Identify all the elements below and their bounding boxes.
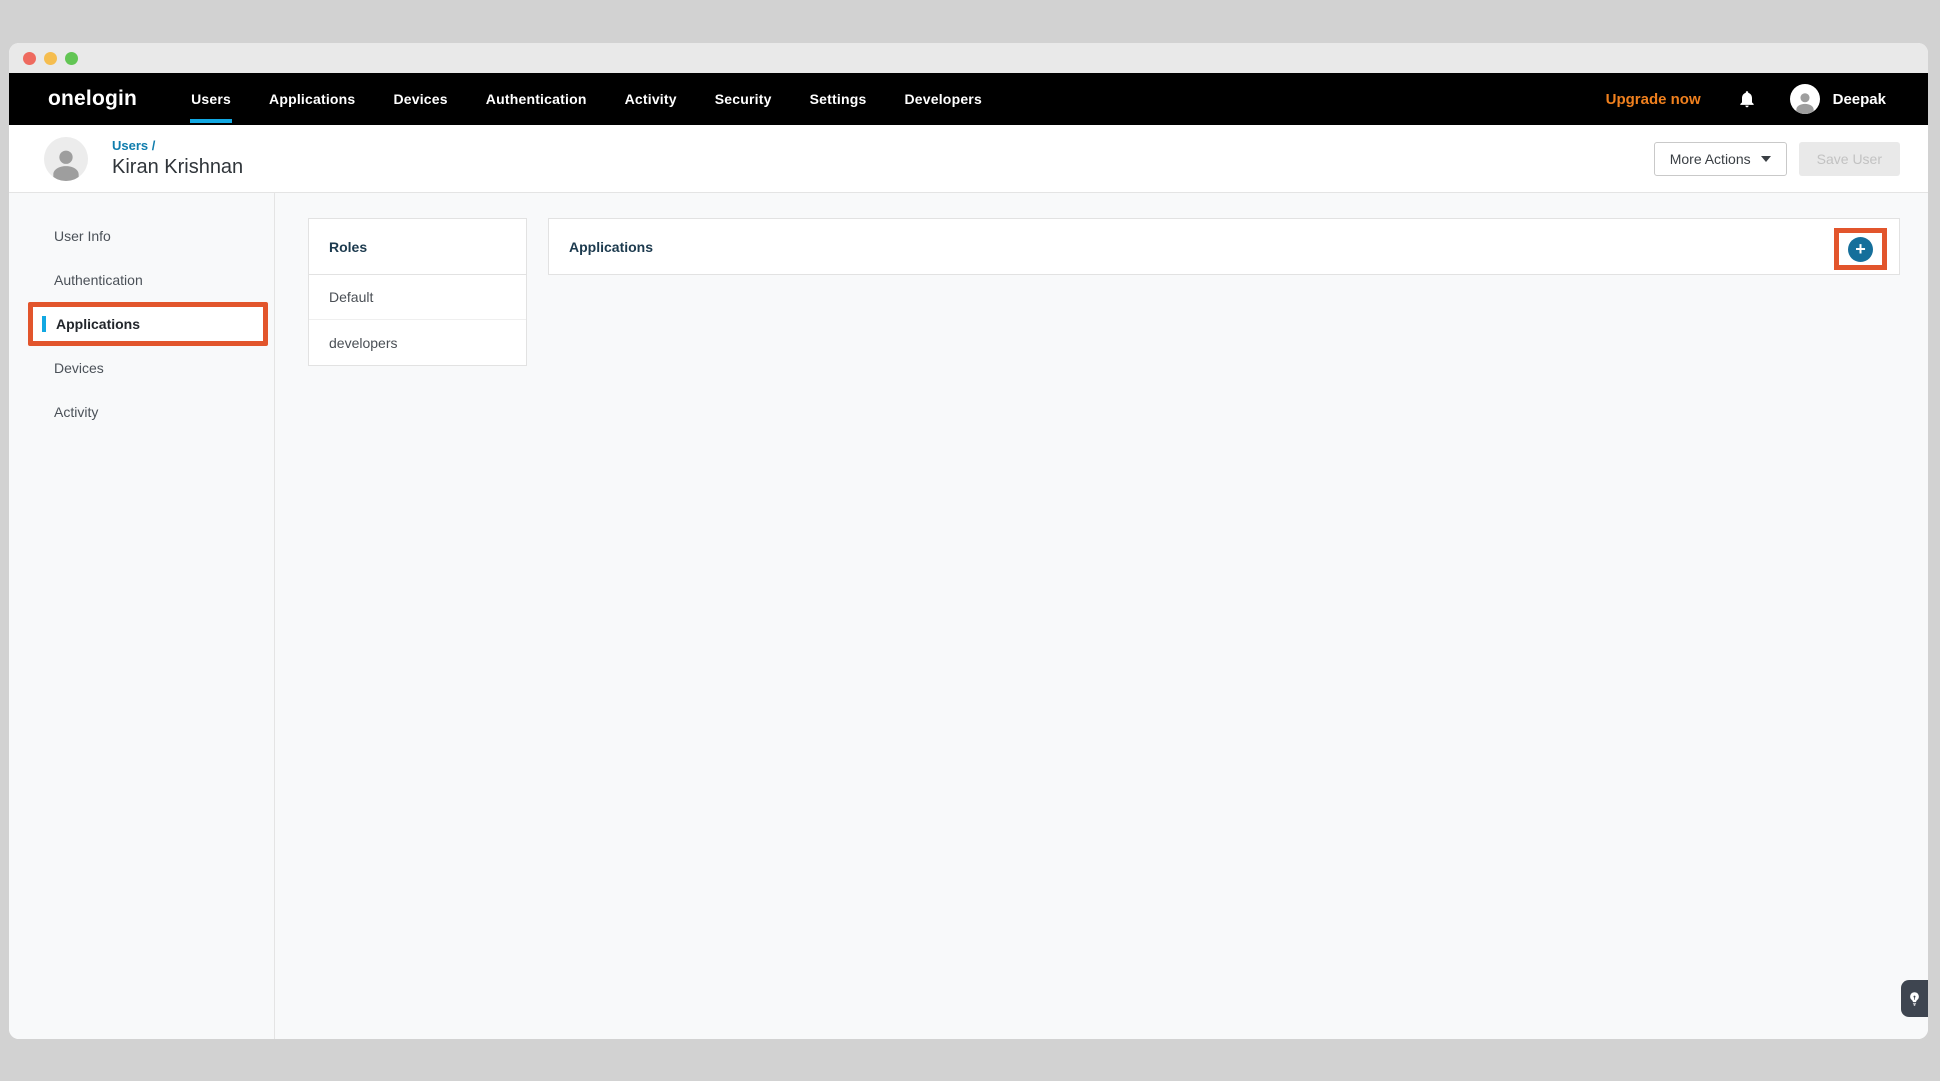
- lightbulb-icon: [1907, 991, 1922, 1006]
- navbar-right-cluster: Upgrade now Deepak: [1606, 84, 1886, 114]
- nav-tab-activity[interactable]: Activity: [625, 73, 677, 125]
- chevron-down-icon: [1761, 156, 1771, 162]
- save-user-button: Save User: [1799, 142, 1900, 176]
- nav-tab-users[interactable]: Users: [191, 73, 231, 125]
- minimize-window-button[interactable]: [44, 52, 57, 65]
- role-row-default[interactable]: Default: [309, 275, 526, 320]
- page-title-block: Users / Kiran Krishnan: [112, 138, 243, 179]
- notifications-bell-icon[interactable]: [1737, 88, 1757, 110]
- top-navbar: onelogin Users Applications Devices Auth…: [9, 73, 1928, 125]
- page-header: Users / Kiran Krishnan More Actions Save…: [9, 125, 1928, 193]
- maximize-window-button[interactable]: [65, 52, 78, 65]
- user-section-sidebar: User Info Authentication Applications De…: [9, 193, 275, 1039]
- more-actions-button[interactable]: More Actions: [1654, 142, 1787, 176]
- applications-panel: Applications +: [548, 218, 1900, 275]
- content-area: User Info Authentication Applications De…: [9, 193, 1928, 1039]
- sidebar-item-user-info[interactable]: User Info: [9, 214, 274, 258]
- active-indicator-bar: [42, 316, 46, 332]
- add-application-button[interactable]: +: [1848, 237, 1873, 262]
- user-avatar-icon[interactable]: [1790, 84, 1820, 114]
- nav-tab-authentication[interactable]: Authentication: [486, 73, 587, 125]
- breadcrumb[interactable]: Users /: [112, 138, 243, 153]
- upgrade-now-link[interactable]: Upgrade now: [1606, 91, 1701, 108]
- header-actions: More Actions Save User: [1654, 142, 1900, 176]
- nav-tab-developers[interactable]: Developers: [904, 73, 981, 125]
- sidebar-item-applications-label: Applications: [56, 316, 140, 332]
- onelogin-logo: onelogin: [48, 87, 137, 111]
- app-window: onelogin Users Applications Devices Auth…: [9, 43, 1928, 1039]
- help-lightbulb-tab[interactable]: [1901, 980, 1928, 1017]
- roles-panel: Roles Default developers: [308, 218, 527, 366]
- nav-tab-security[interactable]: Security: [715, 73, 772, 125]
- sidebar-item-devices[interactable]: Devices: [9, 346, 274, 390]
- sidebar-item-authentication[interactable]: Authentication: [9, 258, 274, 302]
- primary-navigation: Users Applications Devices Authenticatio…: [191, 73, 982, 125]
- sidebar-item-applications[interactable]: Applications: [28, 302, 268, 346]
- page-title: Kiran Krishnan: [112, 156, 243, 179]
- nav-tab-settings[interactable]: Settings: [810, 73, 867, 125]
- nav-tab-devices[interactable]: Devices: [393, 73, 447, 125]
- user-menu[interactable]: Deepak: [1833, 91, 1886, 108]
- role-row-developers[interactable]: developers: [309, 320, 526, 365]
- roles-panel-title: Roles: [309, 219, 526, 275]
- sidebar-item-applications-row: Applications: [9, 302, 274, 346]
- close-window-button[interactable]: [23, 52, 36, 65]
- save-user-label: Save User: [1817, 151, 1882, 167]
- sidebar-item-activity[interactable]: Activity: [9, 390, 274, 434]
- more-actions-label: More Actions: [1670, 151, 1751, 167]
- nav-tab-applications[interactable]: Applications: [269, 73, 355, 125]
- add-application-annotation-box: +: [1834, 228, 1887, 270]
- window-titlebar: [9, 43, 1928, 73]
- profile-avatar: [44, 137, 88, 181]
- applications-panel-title: Applications: [549, 239, 653, 255]
